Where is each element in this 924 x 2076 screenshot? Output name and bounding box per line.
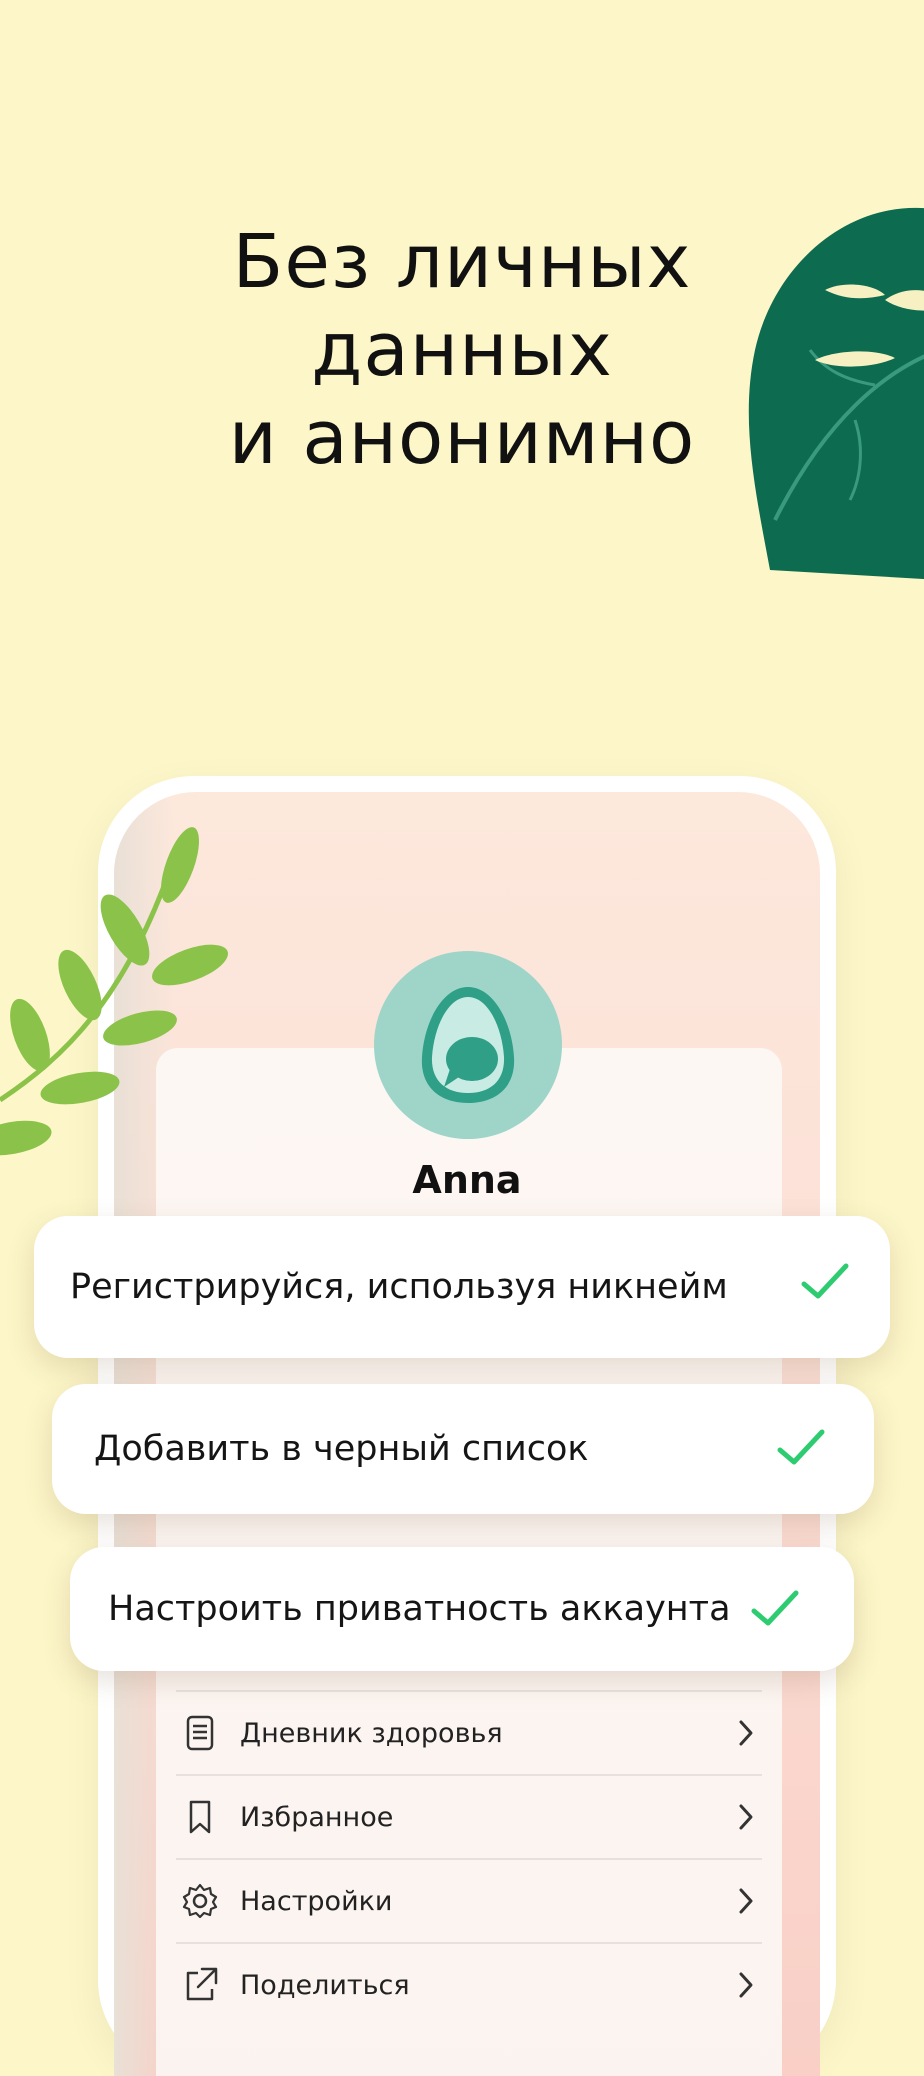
share-icon: [186, 1967, 218, 2001]
feature-label: Добавить в черный список: [94, 1429, 589, 1469]
menu-item-label: Настройки: [240, 1885, 393, 1917]
feature-card-nickname: Регистрируйся, используя никнейм: [34, 1216, 890, 1358]
menu-item-settings[interactable]: Настройки: [176, 1858, 762, 1942]
branch-leaves-illustration: [0, 827, 228, 1156]
chevron-right-icon: [739, 1888, 753, 1914]
chevron-right-icon: [739, 1720, 753, 1746]
feature-label: Регистрируйся, используя никнейм: [70, 1267, 728, 1307]
avocado-chat-icon: [421, 987, 515, 1103]
menu-item-favorites[interactable]: Избранное: [176, 1774, 762, 1858]
check-icon: [751, 1590, 799, 1626]
chevron-right-icon: [739, 1972, 753, 1998]
menu-item-health-diary[interactable]: Дневник здоровья: [176, 1690, 762, 1774]
feature-card-privacy: Настроить приватность аккаунта: [70, 1547, 854, 1671]
gear-icon: [182, 1883, 218, 1919]
bookmark-icon: [189, 1800, 211, 1834]
menu-item-label: Поделиться: [240, 1969, 410, 2001]
menu-item-label: Дневник здоровья: [240, 1717, 503, 1749]
document-icon: [186, 1715, 214, 1751]
avatar[interactable]: [374, 951, 562, 1139]
menu-item-label: Избранное: [240, 1801, 394, 1833]
monstera-leaf-illustration: [748, 207, 924, 580]
chevron-right-icon: [739, 1804, 753, 1830]
check-icon: [777, 1429, 825, 1465]
menu-item-share[interactable]: Поделиться: [176, 1942, 762, 2026]
feature-label: Настроить приватность аккаунта: [108, 1589, 731, 1629]
profile-menu: Дневник здоровья Избранное Настройки Под…: [176, 1690, 762, 2026]
check-icon: [801, 1263, 849, 1299]
feature-card-blacklist: Добавить в черный список: [52, 1384, 874, 1514]
